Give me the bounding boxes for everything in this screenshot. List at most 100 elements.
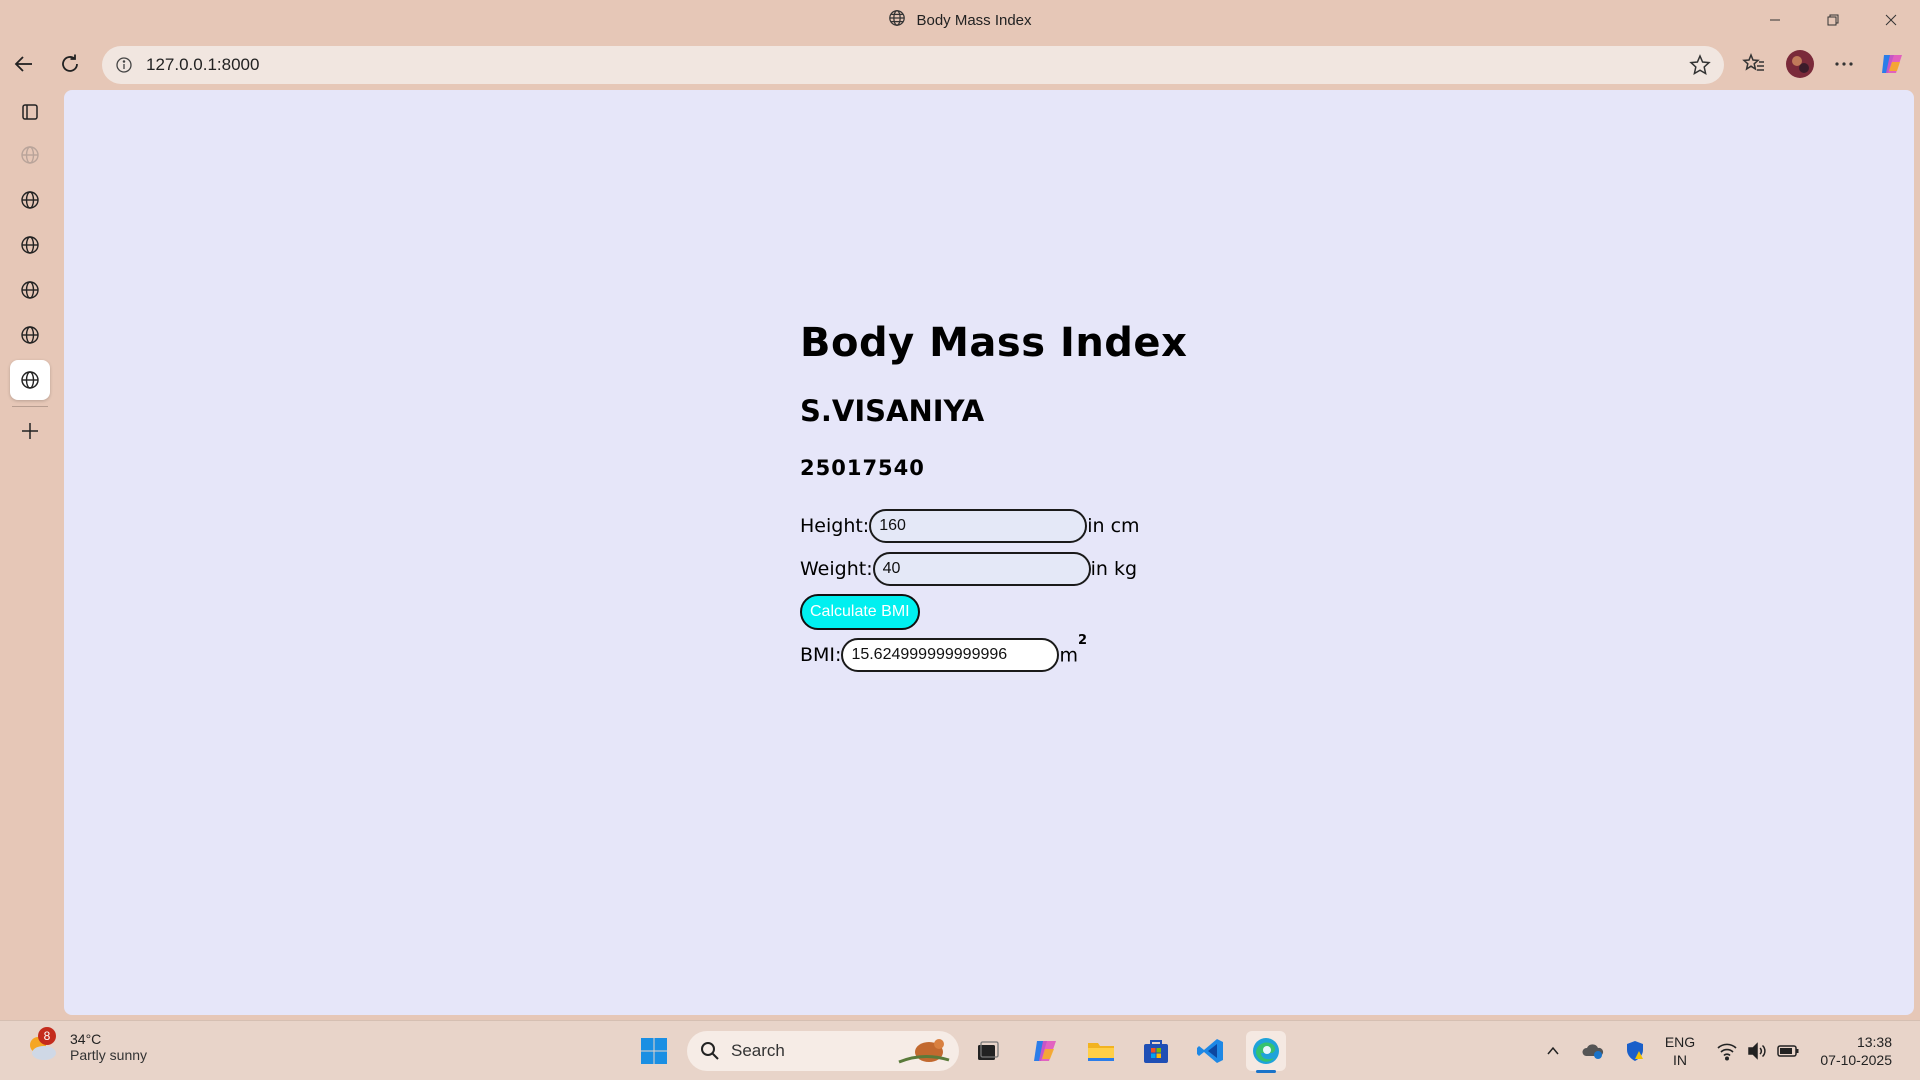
security-tray-icon[interactable]: [1620, 1021, 1650, 1080]
profile-button[interactable]: [1784, 48, 1816, 80]
search-highlight-icon: [898, 1039, 950, 1064]
address-bar[interactable]: 127.0.0.1:8000: [102, 46, 1724, 84]
file-explorer-button[interactable]: [1081, 1031, 1121, 1071]
plus-icon: [22, 423, 38, 439]
calculate-bmi-button[interactable]: Calculate BMI: [800, 594, 920, 630]
bmi-row: BMI: 15.624999999999996 m2: [800, 633, 1187, 673]
vscode-icon: [1197, 1039, 1223, 1063]
weather-icon: 8: [24, 1027, 60, 1065]
avatar: [1786, 50, 1814, 78]
bmi-output[interactable]: 15.624999999999996: [841, 638, 1060, 672]
restore-icon: [1827, 14, 1839, 26]
active-app-indicator: [1256, 1070, 1276, 1073]
bmi-unit: m2: [1059, 633, 1087, 667]
tab-item[interactable]: [10, 225, 50, 265]
clock[interactable]: 13:38 07-10-2025: [1820, 1033, 1892, 1069]
clock-date: 07-10-2025: [1820, 1052, 1892, 1068]
search-label: Search: [731, 1041, 785, 1060]
wifi-tray-icon[interactable]: [1714, 1021, 1740, 1080]
bmi-label: BMI:: [800, 644, 842, 666]
copilot-icon: [1882, 55, 1902, 73]
vscode-button[interactable]: [1191, 1031, 1231, 1071]
battery-tray-icon[interactable]: [1774, 1021, 1802, 1080]
weather-badge: 8: [38, 1027, 56, 1045]
globe-icon: [21, 371, 39, 389]
back-arrow-icon: [14, 56, 32, 72]
edge-icon: [1253, 1038, 1279, 1064]
bmi-form: Body Mass Index S.VISANIYA 25017540 Heig…: [800, 320, 1187, 673]
window-title-text: Body Mass Index: [916, 11, 1032, 29]
minimize-button[interactable]: [1746, 0, 1804, 40]
new-tab-button[interactable]: [10, 411, 50, 451]
wifi-icon: [1717, 1043, 1737, 1061]
volume-tray-icon[interactable]: [1744, 1021, 1770, 1080]
vertical-tab-strip: [0, 88, 64, 1018]
microsoft-store-button[interactable]: [1136, 1031, 1176, 1071]
navigation-bar: 127.0.0.1:8000: [0, 44, 1920, 84]
tab-divider: [12, 406, 48, 407]
task-view-button[interactable]: [968, 1031, 1008, 1071]
tab-item[interactable]: [10, 270, 50, 310]
page-viewport: Body Mass Index S.VISANIYA 25017540 Heig…: [64, 90, 1914, 1015]
bmi-unit-exponent: 2: [1077, 633, 1087, 649]
window-title: Body Mass Index: [888, 9, 1032, 31]
weather-temperature: 34°C: [70, 1031, 102, 1047]
refresh-button[interactable]: [54, 48, 86, 80]
onedrive-tray-icon[interactable]: [1578, 1021, 1608, 1080]
height-unit: in cm: [1087, 515, 1140, 537]
globe-icon: [21, 146, 39, 164]
shield-icon: [1627, 1041, 1643, 1061]
page-title: Body Mass Index: [800, 320, 1188, 366]
start-button[interactable]: [634, 1031, 674, 1071]
height-label: Height:: [800, 515, 870, 537]
height-row: Height: 160 in cm: [800, 508, 1187, 544]
height-input[interactable]: 160: [869, 509, 1088, 543]
clock-time: 13:38: [1856, 1034, 1892, 1050]
folder-icon: [1088, 1043, 1114, 1061]
weight-label: Weight:: [800, 558, 873, 580]
back-button[interactable]: [8, 48, 40, 80]
taskbar-search[interactable]: Search: [687, 1031, 959, 1071]
bmi-unit-base: m: [1059, 644, 1078, 667]
tab-item[interactable]: [10, 315, 50, 355]
refresh-icon: [62, 54, 78, 72]
tab-actions-button[interactable]: [10, 92, 50, 132]
language-code: ENG: [1664, 1034, 1696, 1050]
copilot-taskbar-button[interactable]: [1025, 1031, 1065, 1071]
region-code: IN: [1673, 1052, 1687, 1068]
button-row: Calculate BMI: [800, 594, 1187, 630]
site-info-icon[interactable]: [114, 55, 134, 75]
tab-item[interactable]: [10, 135, 50, 175]
windows-logo-icon: [641, 1038, 667, 1064]
weather-widget[interactable]: 8 34°C Partly sunny: [24, 1027, 148, 1065]
tab-item[interactable]: [10, 180, 50, 220]
globe-icon: [21, 326, 39, 344]
globe-icon: [21, 281, 39, 299]
title-bar: Body Mass Index: [0, 0, 1920, 40]
restore-button[interactable]: [1804, 0, 1862, 40]
ellipsis-icon: [1835, 62, 1853, 66]
weather-description: Partly sunny: [70, 1047, 148, 1063]
copilot-button[interactable]: [1876, 48, 1908, 80]
speaker-icon: [1748, 1042, 1766, 1060]
close-icon: [1885, 14, 1897, 26]
minimize-icon: [1770, 19, 1780, 21]
favorite-star-icon[interactable]: [1688, 53, 1712, 77]
student-id: 25017540: [800, 456, 925, 480]
battery-icon: [1777, 1045, 1799, 1057]
edge-browser-button[interactable]: [1246, 1031, 1286, 1073]
close-button[interactable]: [1862, 0, 1920, 40]
url-text[interactable]: 127.0.0.1:8000: [146, 55, 259, 75]
chevron-up-icon: [1547, 1046, 1559, 1055]
show-hidden-icons-button[interactable]: [1540, 1021, 1566, 1080]
search-icon: [701, 1042, 719, 1060]
tab-item-active[interactable]: [10, 360, 50, 400]
weight-unit: in kg: [1090, 558, 1138, 580]
taskbar: 8 34°C Partly sunny Search ENG IN 13:38 …: [0, 1020, 1920, 1080]
weight-input[interactable]: 40: [872, 552, 1091, 586]
language-indicator[interactable]: ENG IN: [1660, 1033, 1700, 1069]
favorites-button[interactable]: [1738, 48, 1770, 80]
more-options-button[interactable]: [1828, 48, 1860, 80]
favorites-icon: [1742, 52, 1764, 71]
globe-icon: [888, 9, 906, 31]
